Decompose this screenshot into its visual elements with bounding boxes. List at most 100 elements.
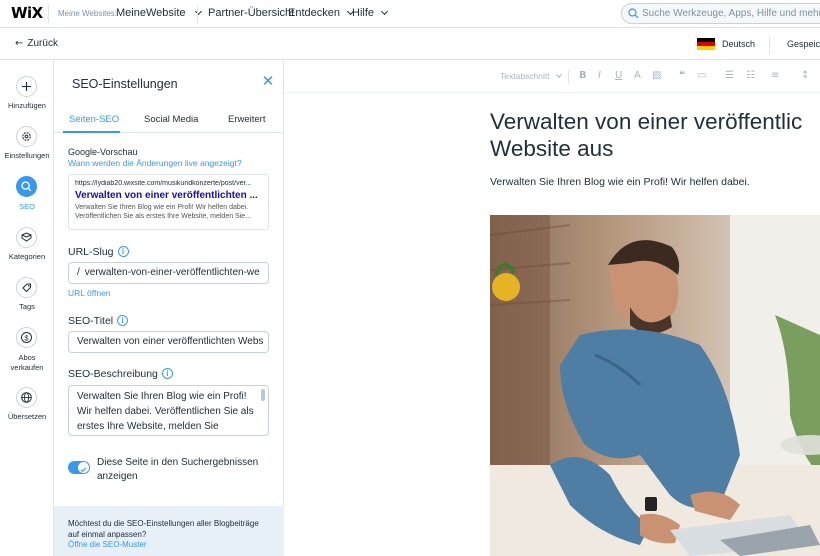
preview-title: Verwalten von einer veröffentlichten ... <box>75 190 258 201</box>
seo-title-label: SEO-Titel i <box>68 315 129 327</box>
seo-title-label-text: SEO-Titel <box>68 315 114 327</box>
preview-help-link[interactable]: Wann werden die Änderungen live angezeig… <box>68 158 242 168</box>
post-editor: Textabschnitt B I U A ▨ ❝ ▭ ☰ ☷ ≡ ↕ Verw… <box>285 60 820 556</box>
text-style-label: Textabschnitt <box>500 71 550 81</box>
preview-url: https://lydiab20.wixsite.com/musikundkon… <box>75 180 252 187</box>
rail-label-line: verkaufen <box>10 363 44 372</box>
align-dropdown-icon[interactable]: ≡ <box>771 70 779 81</box>
secondary-bar: ←Zurück Deutsch Gespeich <box>0 29 820 60</box>
rail-label: Abos verkaufen <box>0 353 54 373</box>
panel-title: SEO-Einstellungen <box>72 77 178 91</box>
post-title-line: Website aus <box>490 136 614 161</box>
seo-patterns-footer: Möchtest du die SEO-Einstellungen aller … <box>54 506 284 556</box>
left-rail: Hinzufügen Einstellungen SEO Kategorien … <box>0 60 54 556</box>
gear-icon <box>16 126 37 147</box>
chevron-down-icon <box>556 72 562 78</box>
back-label: Zurück <box>27 38 58 49</box>
toggle-knob <box>78 462 89 473</box>
code-icon[interactable]: ▭ <box>697 70 706 81</box>
toggle-label: Diese Seite in den Suchergebnissen anzei… <box>97 457 259 482</box>
footer-text: Möchtest du die SEO-Einstellungen aller … <box>68 519 259 539</box>
open-url-link[interactable]: URL öffnen <box>68 288 111 298</box>
nav-help[interactable]: Hilfe <box>352 7 389 19</box>
seo-description-textarea[interactable]: Verwalten Sie Ihren Blog wie ein Profi! … <box>68 385 269 436</box>
url-slug-input[interactable]: / verwalten-von-einer-veröffentlichten-we <box>68 262 269 284</box>
top-bar: WiX Meine Websites: MeineWebsite Partner… <box>0 0 820 28</box>
arrow-left-icon: ← <box>15 38 24 49</box>
nav-explore[interactable]: Entdecken <box>288 7 355 19</box>
seo-settings-panel: SEO-Einstellungen ✕ Seiten-SEO Social Me… <box>54 60 284 556</box>
categories-icon <box>16 227 37 248</box>
search-input[interactable]: Suche Werkzeuge, Apps, Hilfe und mehr <box>621 3 820 24</box>
post-title[interactable]: Verwalten von einer veröffentlic Website… <box>490 108 820 162</box>
chevron-down-icon <box>381 7 389 16</box>
url-slug-value: verwalten-von-einer-veröffentlichten-we <box>84 267 260 278</box>
text-color-icon[interactable]: A <box>634 70 641 81</box>
site-label: Meine Websites: <box>58 9 117 18</box>
tab-advanced[interactable]: Erweitert <box>228 114 265 125</box>
post-hero-image[interactable] <box>490 215 820 556</box>
rail-label: Tags <box>19 302 35 311</box>
nav-partner-overview[interactable]: Partner-Übersicht <box>208 7 294 19</box>
tab-social-media[interactable]: Social Media <box>144 114 198 125</box>
post-title-line: Verwalten von einer veröffentlic <box>490 109 803 134</box>
divider <box>769 36 770 54</box>
rail-label: Einstellungen <box>4 151 50 160</box>
rail-label: Hinzufügen <box>8 101 46 110</box>
divider <box>48 5 49 23</box>
underline-icon[interactable]: U <box>615 70 622 81</box>
site-selector[interactable]: MeineWebsite <box>116 7 202 19</box>
nav-explore-label: Entdecken <box>288 7 340 19</box>
info-icon[interactable]: i <box>117 246 129 257</box>
rail-label-line: Abos <box>18 353 36 362</box>
save-status[interactable]: Gespeich <box>787 39 820 49</box>
bulleted-list-icon[interactable]: ☷ <box>746 70 755 81</box>
quote-icon[interactable]: ❝ <box>679 70 685 81</box>
rail-label: SEO <box>19 202 35 211</box>
globe-icon <box>16 387 37 408</box>
tag-icon <box>16 277 37 298</box>
tab-page-seo[interactable]: Seiten-SEO <box>69 114 119 125</box>
seo-description-label-text: SEO-Beschreibung <box>68 368 158 380</box>
site-name: MeineWebsite <box>116 7 186 19</box>
divider <box>197 5 198 23</box>
rail-label: Kategorien <box>8 252 46 261</box>
line-spacing-icon[interactable]: ↕ <box>801 70 809 81</box>
seo-description-value: Verwalten Sie Ihren Blog wie ein Profi! … <box>77 391 254 432</box>
toolbar-divider <box>568 70 569 83</box>
italic-icon[interactable]: I <box>598 70 601 81</box>
wix-logo[interactable]: WiX <box>11 4 43 22</box>
google-preview: https://lydiab20.wixsite.com/musikundkon… <box>68 174 269 230</box>
dollar-icon: $ <box>16 327 37 348</box>
show-in-search-toggle[interactable] <box>68 461 90 474</box>
plus-icon <box>16 76 37 97</box>
info-icon[interactable]: i <box>161 368 173 379</box>
url-slug-label: URL-Slug i <box>68 246 129 258</box>
back-button[interactable]: ← Zurück <box>15 38 58 49</box>
panel-tabs: Seiten-SEO Social Media Erweitert <box>54 106 284 133</box>
post-subtitle[interactable]: Verwalten Sie Ihren Blog wie ein Profi! … <box>490 176 750 188</box>
active-tab-indicator <box>63 131 120 133</box>
nav-help-label: Hilfe <box>352 7 375 19</box>
language-selector[interactable]: Deutsch <box>722 39 755 49</box>
text-style-dropdown[interactable]: Textabschnitt <box>500 71 562 81</box>
textarea-scrollbar[interactable] <box>261 389 265 401</box>
german-flag-icon <box>697 38 715 50</box>
bold-icon[interactable]: B <box>579 70 587 81</box>
preview-description: Verwalten Sie Ihren Blog wie ein Profi! … <box>75 204 252 220</box>
rail-label: Übersetzen <box>7 412 47 421</box>
info-icon[interactable]: i <box>117 315 129 326</box>
chevron-down-icon <box>194 7 202 16</box>
google-preview-label: Google-Vorschau <box>68 147 138 157</box>
editor-toolbar: Textabschnitt B I U A ▨ ❝ ▭ ☰ ☷ ≡ ↕ <box>285 60 820 93</box>
url-slug-label-text: URL-Slug <box>68 246 114 258</box>
search-icon <box>628 8 639 19</box>
search-placeholder: Suche Werkzeuge, Apps, Hilfe und mehr <box>642 8 820 19</box>
svg-text:$: $ <box>24 333 29 342</box>
seo-title-input[interactable]: Verwalten von einer veröffentlichten Web… <box>68 331 269 353</box>
seo-patterns-link[interactable]: Öffne die SEO-Muster <box>68 540 270 551</box>
url-slug-prefix: / <box>77 267 80 278</box>
numbered-list-icon[interactable]: ☰ <box>725 70 734 81</box>
close-icon[interactable]: ✕ <box>261 74 275 89</box>
highlight-icon[interactable]: ▨ <box>652 70 661 81</box>
